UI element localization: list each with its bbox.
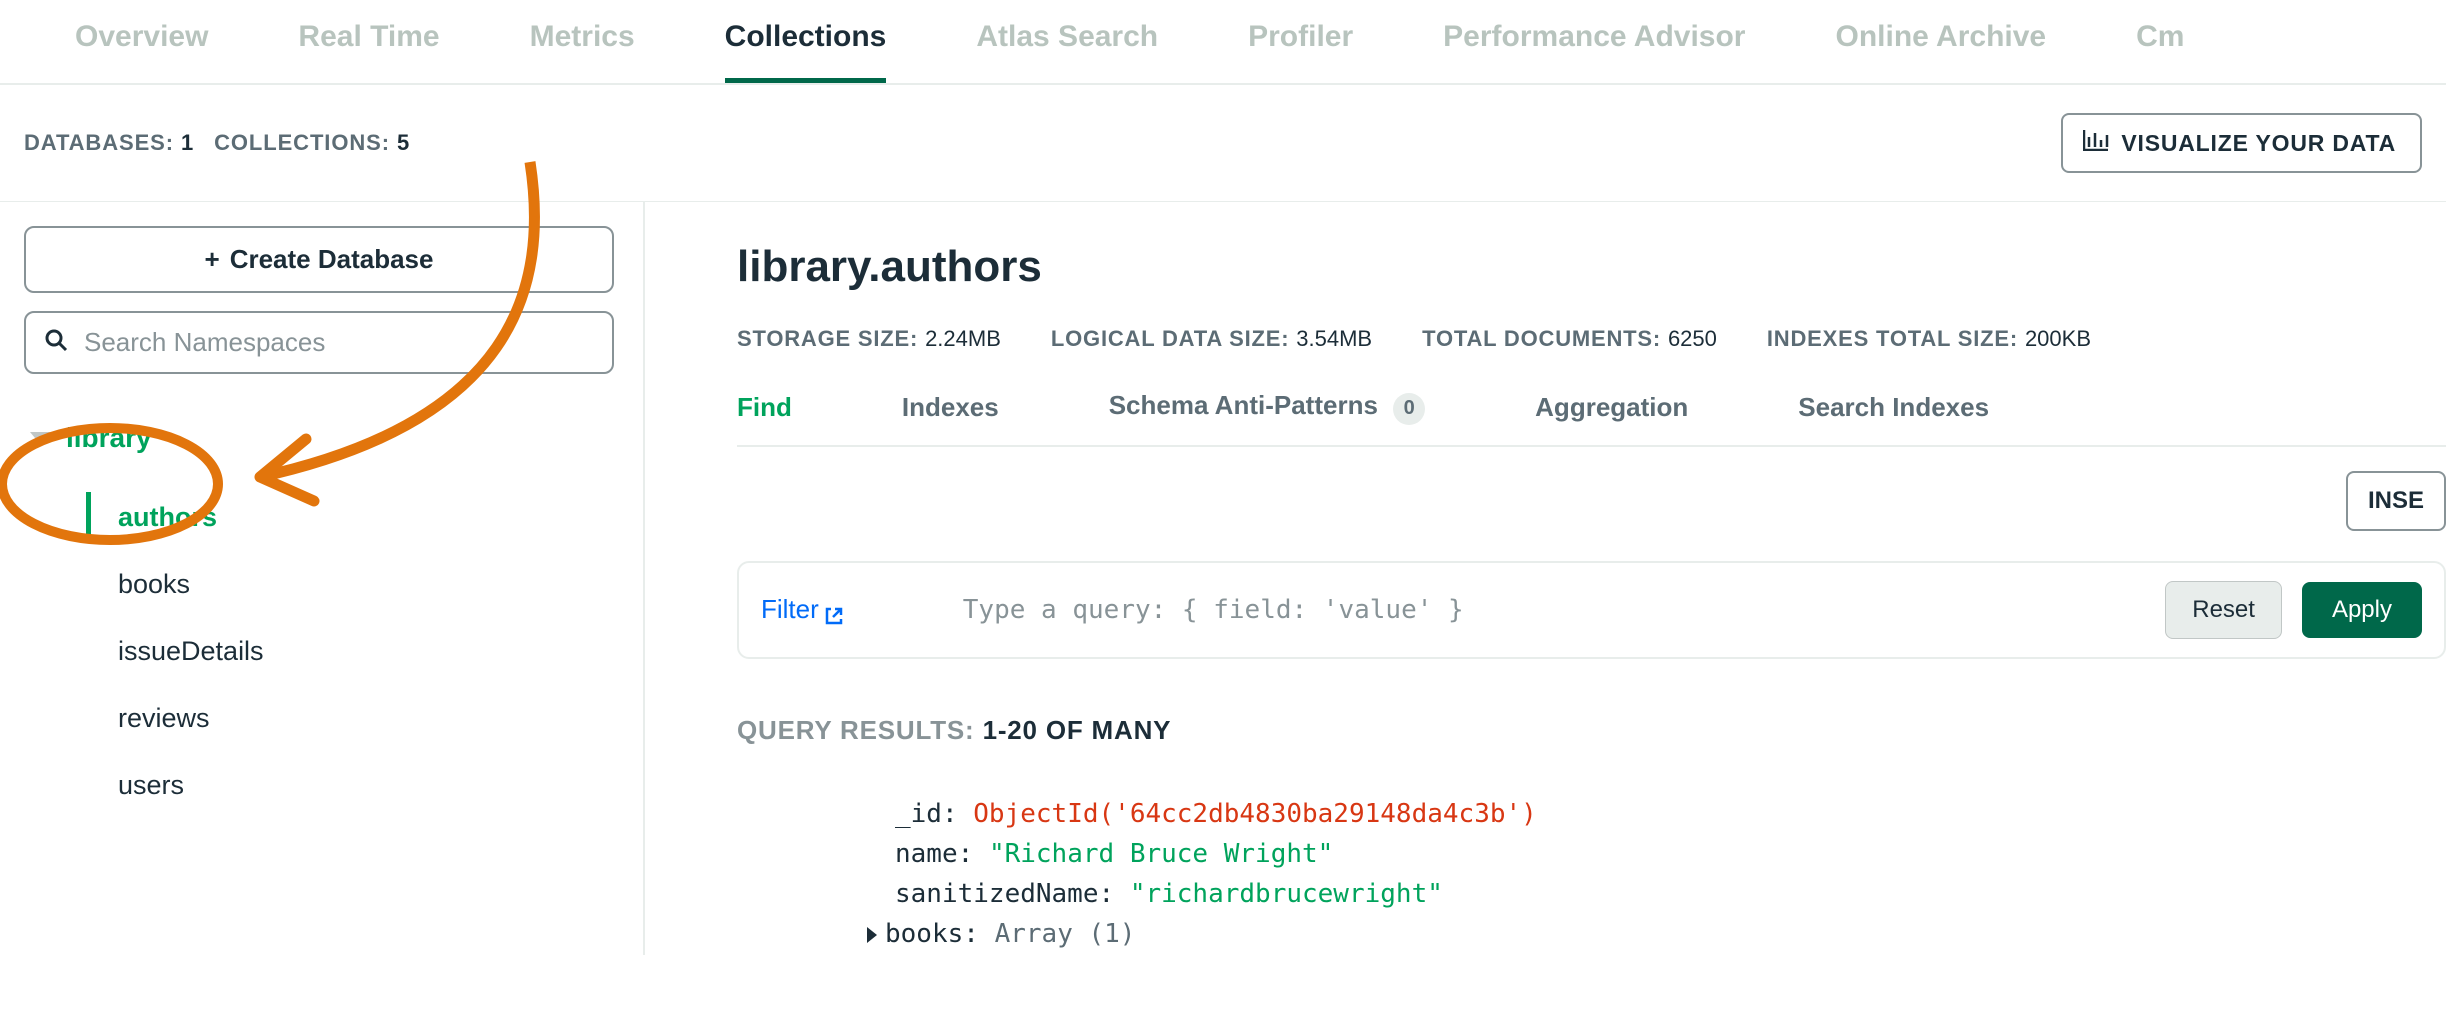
results-range: 1-20 OF MANY — [983, 715, 1172, 745]
databases-count: 1 — [181, 130, 194, 155]
storage-size-value: 2.24MB — [925, 326, 1001, 351]
main-content: library.authors STORAGE SIZE: 2.24MB LOG… — [645, 202, 2446, 955]
tab-overview[interactable]: Overview — [75, 20, 208, 83]
database-name: library — [66, 422, 152, 454]
tab-schema-anti-patterns[interactable]: Schema Anti-Patterns 0 — [1109, 390, 1425, 425]
tab-collections[interactable]: Collections — [725, 20, 887, 83]
doc-name-key: name: — [895, 839, 973, 869]
filter-query-input[interactable] — [863, 595, 2145, 625]
top-nav-tabs: Overview Real Time Metrics Collections A… — [0, 0, 2446, 85]
schema-badge: 0 — [1393, 393, 1425, 425]
doc-name-value: "Richard Bruce Wright" — [989, 839, 1333, 869]
collection-authors[interactable]: authors — [86, 484, 619, 551]
chart-bar-icon — [2083, 129, 2109, 157]
visualize-label: VISUALIZE YOUR DATA — [2121, 130, 2396, 157]
storage-size-label: STORAGE SIZE: — [737, 326, 918, 351]
total-docs-label: TOTAL DOCUMENTS: — [1422, 326, 1661, 351]
doc-id-key: _id: — [895, 799, 958, 829]
indexes-size-value: 200KB — [2025, 326, 2091, 351]
tab-realtime[interactable]: Real Time — [298, 20, 439, 83]
query-results-label: QUERY RESULTS: 1-20 OF MANY — [737, 715, 2446, 746]
collection-users[interactable]: users — [86, 752, 619, 819]
external-link-icon — [825, 601, 843, 619]
tab-indexes[interactable]: Indexes — [902, 392, 999, 423]
tab-aggregation[interactable]: Aggregation — [1535, 392, 1688, 423]
logical-size-label: LOGICAL DATA SIZE: — [1051, 326, 1289, 351]
apply-button[interactable]: Apply — [2302, 582, 2422, 638]
logical-size-value: 3.54MB — [1296, 326, 1372, 351]
search-icon — [44, 328, 68, 357]
tab-find[interactable]: Find — [737, 392, 792, 423]
filter-link[interactable]: Filter — [761, 594, 843, 625]
tab-search-indexes[interactable]: Search Indexes — [1798, 392, 1989, 423]
databases-label: DATABASES: — [24, 130, 174, 155]
create-database-button[interactable]: + Create Database — [24, 226, 614, 293]
expand-caret-icon[interactable] — [867, 927, 877, 943]
create-db-label: Create Database — [230, 244, 434, 275]
collection-list: authors books issueDetails reviews users — [24, 484, 619, 819]
visualize-data-button[interactable]: VISUALIZE YOUR DATA — [2061, 113, 2422, 173]
document-view: _id: ObjectId('64cc2db4830ba29148da4c3b'… — [737, 794, 2446, 955]
doc-books-key: books: — [885, 919, 979, 949]
doc-books-value: Array (1) — [995, 919, 1136, 949]
tab-atlas-search[interactable]: Atlas Search — [976, 20, 1158, 83]
caret-down-icon — [30, 432, 50, 444]
indexes-size-label: INDEXES TOTAL SIZE: — [1767, 326, 2018, 351]
sidebar: + Create Database library authors books … — [0, 202, 645, 955]
database-library[interactable]: library — [24, 422, 619, 454]
filter-bar: Filter Reset Apply — [737, 561, 2446, 659]
reset-button[interactable]: Reset — [2165, 581, 2282, 639]
filter-label: Filter — [761, 594, 819, 625]
tab-performance-advisor[interactable]: Performance Advisor — [1443, 20, 1745, 83]
search-namespaces-field[interactable] — [24, 311, 614, 374]
plus-icon: + — [205, 244, 220, 275]
tab-profiler[interactable]: Profiler — [1248, 20, 1353, 83]
tab-metrics[interactable]: Metrics — [530, 20, 635, 83]
collections-count: 5 — [397, 130, 410, 155]
collections-label: COLLECTIONS: — [214, 130, 390, 155]
stats-bar: DATABASES: 1 COLLECTIONS: 5 VISUALIZE YO… — [0, 85, 2446, 202]
collection-title: library.authors — [737, 242, 2446, 292]
results-prefix: QUERY RESULTS: — [737, 715, 975, 745]
doc-sanitized-value: "richardbrucewright" — [1130, 879, 1443, 909]
collection-stats: STORAGE SIZE: 2.24MB LOGICAL DATA SIZE: … — [737, 326, 2446, 352]
collection-reviews[interactable]: reviews — [86, 685, 619, 752]
collection-tabs: Find Indexes Schema Anti-Patterns 0 Aggr… — [737, 390, 2446, 425]
collection-issuedetails[interactable]: issueDetails — [86, 618, 619, 685]
doc-sanitized-key: sanitizedName: — [895, 879, 1114, 909]
tab-cmd-truncated[interactable]: Cm — [2136, 20, 2184, 83]
insert-document-button[interactable]: INSE — [2346, 471, 2446, 531]
total-docs-value: 6250 — [1668, 326, 1717, 351]
doc-id-value: ObjectId('64cc2db4830ba29148da4c3b') — [973, 799, 1537, 829]
tab-schema-label: Schema Anti-Patterns — [1109, 390, 1378, 420]
tab-online-archive[interactable]: Online Archive — [1836, 20, 2047, 83]
collection-books[interactable]: books — [86, 551, 619, 618]
search-input[interactable] — [84, 327, 594, 358]
